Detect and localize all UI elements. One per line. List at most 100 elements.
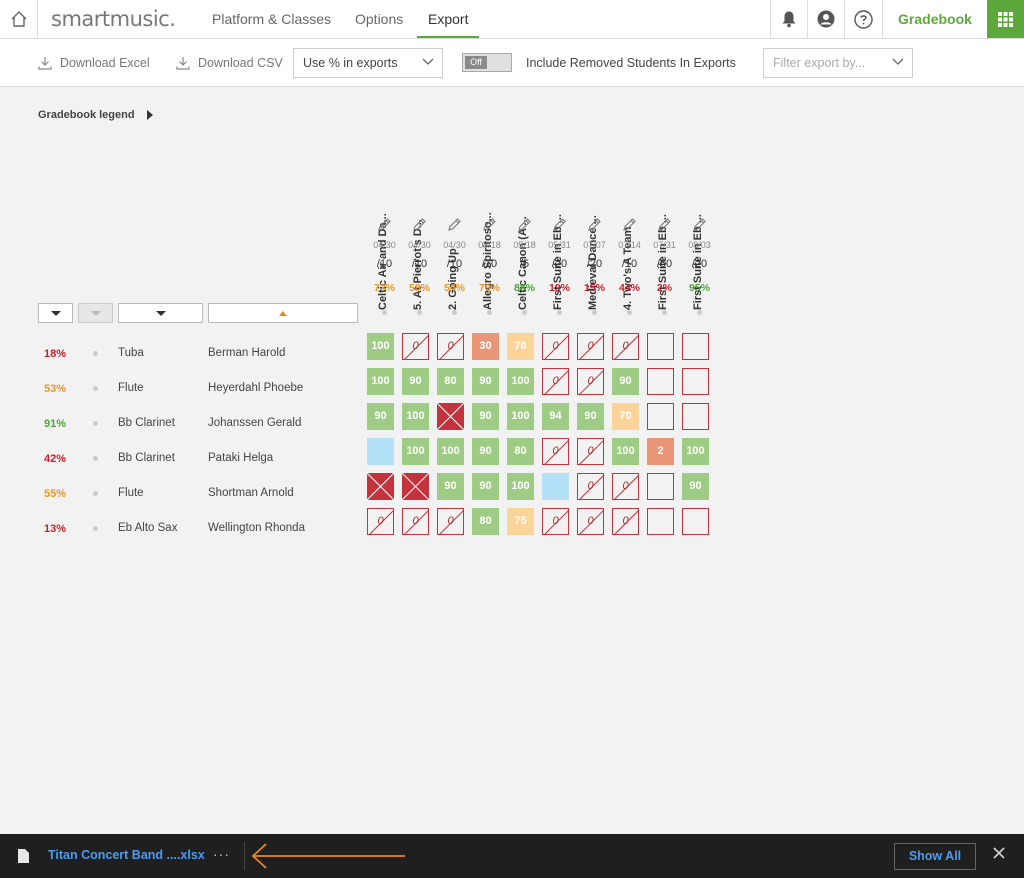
score-cell[interactable]: 30 xyxy=(472,333,499,360)
score-cell[interactable]: 70 xyxy=(507,333,534,360)
tab-platform-classes[interactable]: Platform & Classes xyxy=(212,0,331,38)
status-sort-dropdown[interactable] xyxy=(78,303,113,323)
score-cell[interactable]: 80 xyxy=(472,508,499,535)
app-grid-button[interactable] xyxy=(987,0,1024,38)
student-name[interactable]: Shortman Arnold xyxy=(208,487,294,499)
score-cell[interactable] xyxy=(647,368,674,395)
score-cell[interactable]: 90 xyxy=(612,368,639,395)
score-cell[interactable]: 80 xyxy=(507,438,534,465)
gradebook-legend-toggle[interactable]: Gradebook legend xyxy=(38,109,153,121)
score-cell[interactable]: 0 xyxy=(612,508,640,536)
score-cell[interactable]: 90 xyxy=(472,368,499,395)
download-csv-button[interactable]: Download CSV xyxy=(176,56,283,70)
score-cell[interactable] xyxy=(647,403,674,430)
edit-pencil-icon[interactable] xyxy=(552,217,567,232)
score-cell[interactable]: 90 xyxy=(367,403,394,430)
score-cell[interactable]: 100 xyxy=(402,403,429,430)
score-cell[interactable]: 90 xyxy=(402,368,429,395)
score-cell[interactable]: 0 xyxy=(542,333,570,361)
score-cell[interactable]: 100 xyxy=(402,438,429,465)
score-cell[interactable]: 0 xyxy=(577,438,605,466)
download-more-button[interactable]: ··· xyxy=(213,846,230,862)
score-cell[interactable]: 0 xyxy=(542,438,570,466)
score-cell[interactable]: 90 xyxy=(472,403,499,430)
score-cell[interactable]: 0 xyxy=(577,368,605,396)
score-cell[interactable] xyxy=(437,403,464,430)
tab-export[interactable]: Export xyxy=(417,0,480,38)
score-cell[interactable]: 100 xyxy=(612,438,639,465)
score-cell[interactable]: 100 xyxy=(367,333,394,360)
edit-pencil-icon[interactable] xyxy=(482,217,497,232)
score-cell[interactable]: 0 xyxy=(577,473,605,501)
score-cell[interactable]: 90 xyxy=(577,403,604,430)
show-all-button[interactable]: Show All xyxy=(894,843,976,870)
percent-sort-dropdown[interactable] xyxy=(38,303,73,323)
student-name[interactable]: Pataki Helga xyxy=(208,452,273,464)
score-value: 0 xyxy=(447,515,454,527)
edit-pencil-icon[interactable] xyxy=(377,217,392,232)
score-cell[interactable]: 100 xyxy=(507,368,534,395)
score-cell[interactable]: 0 xyxy=(612,473,640,501)
score-cell[interactable]: 100 xyxy=(437,438,464,465)
score-cell[interactable]: 70 xyxy=(612,403,639,430)
score-cell[interactable]: 0 xyxy=(542,508,570,536)
close-icon[interactable] xyxy=(993,847,1005,859)
instrument-sort-dropdown[interactable] xyxy=(118,303,203,323)
score-cell[interactable]: 100 xyxy=(367,368,394,395)
score-cell[interactable]: 80 xyxy=(437,368,464,395)
download-excel-button[interactable]: Download Excel xyxy=(38,56,150,70)
edit-pencil-icon[interactable] xyxy=(692,217,707,232)
export-format-select[interactable]: Use % in exports xyxy=(293,48,443,78)
account-button[interactable] xyxy=(807,0,844,38)
tab-options[interactable]: Options xyxy=(355,0,403,38)
score-cell[interactable]: 0 xyxy=(612,333,640,361)
score-cell[interactable]: 2 xyxy=(647,438,674,465)
edit-pencil-icon[interactable] xyxy=(517,217,532,232)
edit-pencil-icon[interactable] xyxy=(412,217,427,232)
smartmusic-logo[interactable]: smartmusic. xyxy=(51,7,176,31)
score-cell[interactable]: 90 xyxy=(682,473,709,500)
score-cell[interactable]: 0 xyxy=(402,508,430,536)
score-cell[interactable] xyxy=(647,473,674,500)
score-cell[interactable] xyxy=(682,333,709,360)
edit-pencil-icon[interactable] xyxy=(622,217,637,232)
score-cell[interactable] xyxy=(647,333,674,360)
edit-pencil-icon[interactable] xyxy=(587,217,602,232)
score-cell[interactable] xyxy=(367,473,394,500)
score-cell[interactable] xyxy=(682,368,709,395)
score-cell[interactable]: 90 xyxy=(472,473,499,500)
home-button[interactable] xyxy=(0,0,38,38)
score-cell[interactable]: 100 xyxy=(507,473,534,500)
score-cell[interactable]: 0 xyxy=(437,508,465,536)
score-cell[interactable] xyxy=(682,508,709,535)
edit-pencil-icon[interactable] xyxy=(447,217,462,232)
score-cell[interactable] xyxy=(367,438,394,465)
name-sort-dropdown[interactable] xyxy=(208,303,358,323)
score-cell[interactable]: 0 xyxy=(542,368,570,396)
score-cell[interactable]: 0 xyxy=(402,333,430,361)
score-cell[interactable]: 100 xyxy=(507,403,534,430)
score-cell[interactable]: 75 xyxy=(507,508,534,535)
score-cell[interactable] xyxy=(542,473,569,500)
filter-export-select[interactable]: Filter export by... xyxy=(763,48,913,78)
notifications-button[interactable] xyxy=(770,0,807,38)
score-cell[interactable] xyxy=(402,473,429,500)
score-cell[interactable]: 0 xyxy=(437,333,465,361)
score-cell[interactable]: 90 xyxy=(472,438,499,465)
score-cell[interactable]: 90 xyxy=(437,473,464,500)
score-cell[interactable]: 0 xyxy=(367,508,395,536)
edit-pencil-icon[interactable] xyxy=(657,217,672,232)
score-cell[interactable] xyxy=(647,508,674,535)
score-cell[interactable] xyxy=(682,403,709,430)
score-cell[interactable]: 0 xyxy=(577,508,605,536)
help-button[interactable] xyxy=(844,0,881,38)
score-cell[interactable]: 100 xyxy=(682,438,709,465)
download-file-link[interactable]: Titan Concert Band ....xlsx xyxy=(48,848,205,862)
student-name[interactable]: Johanssen Gerald xyxy=(208,417,301,429)
student-name[interactable]: Heyerdahl Phoebe xyxy=(208,382,303,394)
student-name[interactable]: Berman Harold xyxy=(208,347,285,359)
score-cell[interactable]: 0 xyxy=(577,333,605,361)
include-removed-toggle[interactable]: Off xyxy=(462,53,512,72)
score-cell[interactable]: 94 xyxy=(542,403,569,430)
student-name[interactable]: Wellington Rhonda xyxy=(208,522,305,534)
